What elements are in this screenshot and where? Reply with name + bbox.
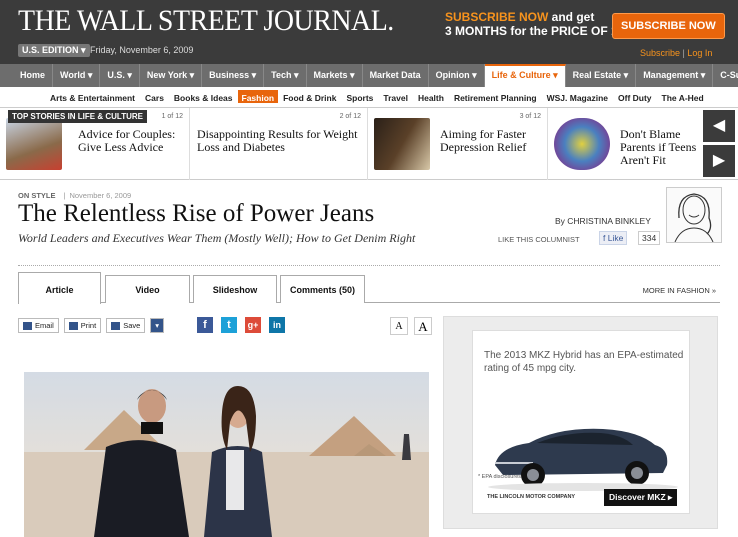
story-card[interactable]: Don't Blame Parents if Teens Aren't Fit bbox=[548, 108, 701, 180]
story-count: 1 of 12 bbox=[161, 113, 183, 120]
nav-us[interactable]: U.S. ▾ bbox=[100, 64, 140, 87]
nav-home[interactable]: Home bbox=[13, 64, 54, 87]
article-dek: World Leaders and Executives Wear Them (… bbox=[18, 231, 416, 245]
subnav-fashion[interactable]: Fashion bbox=[237, 90, 279, 103]
font-size-small-button[interactable]: A bbox=[390, 317, 408, 335]
sub-nav: Arts & Entertainment Cars Books & Ideas … bbox=[0, 87, 738, 108]
story-title[interactable]: Don't Blame Parents if Teens Aren't Fit bbox=[620, 128, 702, 167]
email-button[interactable]: Email bbox=[18, 318, 59, 333]
subnav-health[interactable]: Health bbox=[413, 87, 449, 107]
divider bbox=[18, 265, 720, 266]
article-section: ON STYLE | November 6, 2009 bbox=[18, 191, 131, 200]
story-thumbnail[interactable] bbox=[554, 118, 610, 170]
nav-business[interactable]: Business ▾ bbox=[202, 64, 265, 87]
promo-line2: 3 MONTHS for the PRICE OF 1 bbox=[445, 24, 618, 38]
story-thumbnail[interactable] bbox=[374, 118, 430, 170]
tab-comments[interactable]: Comments (50) bbox=[280, 275, 365, 303]
section-separator: | bbox=[63, 191, 66, 200]
strip-prev-arrow[interactable]: ◀ bbox=[703, 110, 735, 142]
print-label: Print bbox=[80, 321, 97, 330]
save-button[interactable]: Save bbox=[106, 318, 146, 333]
subnav-cars[interactable]: Cars bbox=[140, 87, 169, 107]
nav-new-york[interactable]: New York ▾ bbox=[140, 64, 203, 87]
columnist-portrait bbox=[666, 187, 722, 243]
save-dropdown[interactable]: ▾ bbox=[150, 318, 165, 333]
nav-market-data[interactable]: Market Data bbox=[363, 64, 429, 87]
facebook-like-button[interactable]: f Like bbox=[599, 231, 628, 245]
story-title[interactable]: Disappointing Results for Weight Loss an… bbox=[197, 128, 362, 154]
subnav-books[interactable]: Books & Ideas bbox=[169, 87, 238, 107]
promo-line1-b: and get bbox=[551, 10, 595, 24]
story-card[interactable]: 3 of 12 Aiming for Faster Depression Rel… bbox=[368, 108, 548, 180]
nav-real-estate[interactable]: Real Estate ▾ bbox=[566, 64, 637, 87]
story-card[interactable]: 2 of 12 Disappointing Results for Weight… bbox=[190, 108, 368, 180]
subnav-travel[interactable]: Travel bbox=[378, 87, 413, 107]
subnav-wsj-magazine[interactable]: WSJ. Magazine bbox=[542, 87, 613, 107]
account-links: Subscribe | Log In bbox=[640, 48, 712, 58]
login-link[interactable]: Log In bbox=[687, 48, 712, 58]
header-date: Friday, November 6, 2009 bbox=[90, 45, 194, 55]
subscribe-promo[interactable]: SUBSCRIBE NOW and get 3 MONTHS for the P… bbox=[445, 10, 618, 38]
subnav-off-duty[interactable]: Off Duty bbox=[613, 87, 657, 107]
strip-next-arrow[interactable]: ▶ bbox=[703, 145, 735, 177]
font-size-large-button[interactable]: A bbox=[414, 317, 432, 335]
nav-markets[interactable]: Markets ▾ bbox=[307, 64, 363, 87]
top-stories-strip: 1 of 12 Advice for Couples: Give Less Ad… bbox=[0, 108, 738, 180]
google-plus-icon[interactable]: g+ bbox=[245, 317, 261, 333]
story-thumbnail[interactable] bbox=[6, 118, 62, 170]
subscribe-link[interactable]: Subscribe bbox=[640, 48, 680, 58]
article-tabs: Article Video Slideshow Comments (50) MO… bbox=[18, 272, 720, 304]
edition-selector[interactable]: U.S. EDITION ▾ bbox=[18, 44, 90, 57]
tab-slideshow[interactable]: Slideshow bbox=[193, 275, 277, 303]
tab-video[interactable]: Video bbox=[105, 275, 190, 303]
promo-line1-a: SUBSCRIBE NOW bbox=[445, 10, 552, 24]
email-label: Email bbox=[35, 321, 54, 330]
subnav-arts[interactable]: Arts & Entertainment bbox=[45, 87, 140, 107]
print-icon bbox=[68, 321, 78, 330]
masthead-logo[interactable]: THE WALL STREET JOURNAL. bbox=[18, 4, 394, 38]
strip-label: TOP STORIES IN LIFE & CULTURE bbox=[8, 110, 147, 123]
nav-tech[interactable]: Tech ▾ bbox=[264, 64, 307, 87]
nav-life-culture[interactable]: Life & Culture ▾ bbox=[484, 64, 566, 87]
article-date: November 6, 2009 bbox=[69, 191, 132, 200]
subnav-food[interactable]: Food & Drink bbox=[278, 87, 341, 107]
nav-world[interactable]: World ▾ bbox=[53, 64, 101, 87]
article-tools: Email Print Save ▾ bbox=[18, 318, 165, 333]
plus-icon bbox=[111, 321, 121, 330]
story-count: 2 of 12 bbox=[339, 113, 361, 120]
facebook-icon[interactable]: f bbox=[197, 317, 213, 333]
subscribe-button[interactable]: SUBSCRIBE NOW bbox=[612, 13, 725, 39]
subnav-a-hed[interactable]: The A-Hed bbox=[657, 87, 709, 107]
article-headline: The Relentless Rise of Power Jeans bbox=[18, 200, 375, 227]
discover-mkz-button[interactable]: Discover MKZ ▸ bbox=[604, 489, 678, 506]
save-label: Save bbox=[123, 321, 141, 330]
story-title[interactable]: Advice for Couples: Give Less Advice bbox=[78, 128, 186, 154]
print-button[interactable]: Print bbox=[63, 318, 102, 333]
nav-management[interactable]: Management ▾ bbox=[636, 64, 714, 87]
section-name[interactable]: ON STYLE bbox=[18, 191, 56, 200]
nav-c-suite[interactable]: C-Suite ▾ bbox=[713, 64, 738, 87]
subnav-retirement[interactable]: Retirement Planning bbox=[449, 87, 542, 107]
article-photo[interactable] bbox=[24, 372, 429, 537]
tab-article[interactable]: Article bbox=[18, 272, 101, 304]
byline[interactable]: By CHRISTINA BINKLEY bbox=[555, 216, 651, 226]
story-count: 3 of 12 bbox=[519, 113, 541, 120]
email-icon bbox=[23, 321, 32, 330]
linkedin-icon[interactable]: in bbox=[269, 317, 285, 333]
nav-opinion[interactable]: Opinion ▾ bbox=[429, 64, 485, 87]
social-share: f t g+ in bbox=[197, 317, 285, 333]
subnav-sports[interactable]: Sports bbox=[341, 87, 378, 107]
twitter-icon[interactable]: t bbox=[221, 317, 237, 333]
like-columnist-label: LIKE THIS COLUMNIST bbox=[498, 235, 580, 244]
main-nav: Home World ▾ U.S. ▾ New York ▾ Business … bbox=[0, 64, 738, 87]
more-in-fashion-link[interactable]: MORE IN FASHION » bbox=[643, 286, 716, 295]
facebook-like-count: 334 bbox=[638, 231, 661, 245]
story-title[interactable]: Aiming for Faster Depression Relief bbox=[440, 128, 544, 154]
ad-epa-disclosure[interactable]: * EPA disclosures bbox=[478, 474, 521, 480]
ad-brand: THE LINCOLN MOTOR COMPANY bbox=[487, 494, 576, 500]
ad-copy: The 2013 MKZ Hybrid has an EPA-estimated… bbox=[484, 350, 684, 374]
